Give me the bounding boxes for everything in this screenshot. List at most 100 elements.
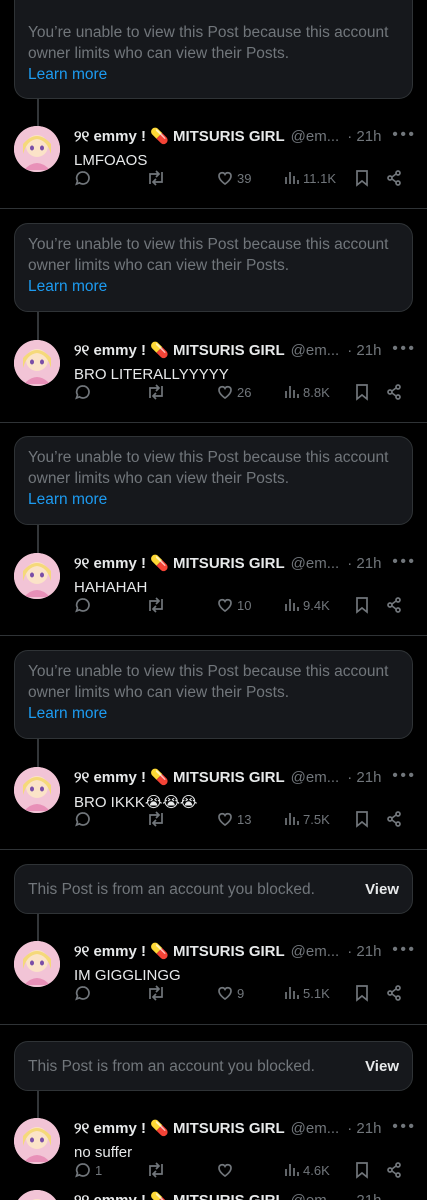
views-button[interactable]: 11.1K	[284, 169, 336, 187]
share-button[interactable]	[385, 1161, 403, 1179]
bookmark-button[interactable]	[354, 1161, 370, 1179]
post-text: BRO IKKK😭😭😭	[74, 794, 198, 811]
retweet-icon	[149, 1162, 163, 1178]
retweet-icon	[149, 597, 163, 613]
like-button[interactable]: 13	[216, 810, 251, 828]
share-button[interactable]	[385, 596, 403, 614]
timestamp[interactable]: · 21h	[347, 1120, 381, 1137]
more-icon[interactable]: • • •	[392, 126, 414, 144]
retweet-button[interactable]	[146, 596, 166, 614]
learn-more-link[interactable]: Learn more	[28, 489, 399, 510]
learn-more-link[interactable]: Learn more	[28, 703, 399, 724]
retweet-button[interactable]	[146, 810, 166, 828]
retweet-button[interactable]	[146, 984, 166, 1002]
reply-icon	[75, 171, 90, 186]
avatar[interactable]	[14, 553, 60, 599]
more-icon[interactable]: • • •	[392, 941, 414, 959]
timestamp[interactable]: · 21h	[347, 128, 381, 145]
like-button[interactable]: 10	[216, 596, 251, 614]
learn-more-link[interactable]: Learn more	[28, 64, 399, 85]
views-button[interactable]: 8.8K	[284, 383, 330, 401]
views-button[interactable]: 5.1K	[284, 984, 330, 1002]
author-handle[interactable]: @em...	[291, 555, 340, 572]
bookmark-button[interactable]	[354, 810, 370, 828]
more-icon[interactable]: • • •	[392, 767, 414, 785]
reply-button[interactable]: 1	[74, 1161, 102, 1179]
share-button[interactable]	[385, 383, 403, 401]
share-button[interactable]	[385, 169, 403, 187]
author-name[interactable]: ୨୧ emmy ! 💊 MITSURIS GIRL	[74, 942, 285, 960]
view-count: 9.4K	[303, 597, 330, 613]
view-button[interactable]: View	[365, 1056, 399, 1077]
reply-icon	[75, 598, 90, 613]
view-button[interactable]: View	[365, 879, 399, 900]
timestamp[interactable]: · 21h	[347, 1192, 381, 1200]
like-button[interactable]: 39	[216, 169, 251, 187]
bookmark-button[interactable]	[354, 383, 370, 401]
more-icon[interactable]: • • •	[392, 1118, 414, 1136]
author-handle[interactable]: @em...	[291, 1120, 340, 1137]
avatar[interactable]	[14, 1190, 60, 1200]
timestamp[interactable]: · 21h	[347, 342, 381, 359]
author-handle[interactable]: @em...	[291, 943, 340, 960]
reply-icon	[75, 812, 90, 827]
author-name[interactable]: ୨୧ emmy ! 💊 MITSURIS GIRL	[74, 768, 285, 786]
reply-button[interactable]	[74, 169, 92, 187]
avatar[interactable]	[14, 340, 60, 386]
author-name[interactable]: ୨୧ emmy ! 💊 MITSURIS GIRL	[74, 341, 285, 359]
timestamp[interactable]: · 21h	[347, 555, 381, 572]
views-button[interactable]: 9.4K	[284, 596, 330, 614]
more-icon[interactable]: • • •	[392, 340, 414, 358]
learn-more-link[interactable]: Learn more	[28, 276, 399, 297]
view-count: 11.1K	[303, 170, 337, 186]
limited-post-notice: You’re unable to view this Post because …	[14, 650, 413, 739]
post-text: IM GIGGLINGG	[74, 967, 181, 984]
views-button[interactable]: 4.6K	[284, 1161, 330, 1179]
heart-icon	[218, 171, 232, 186]
views-icon	[285, 1164, 299, 1176]
bookmark-button[interactable]	[354, 984, 370, 1002]
reply-button[interactable]	[74, 383, 92, 401]
avatar[interactable]	[14, 126, 60, 172]
views-icon	[285, 813, 299, 825]
retweet-button[interactable]	[146, 383, 166, 401]
bookmark-button[interactable]	[354, 169, 370, 187]
author-handle[interactable]: @em...	[291, 128, 340, 145]
bookmark-icon	[356, 170, 368, 187]
author-name[interactable]: ୨୧ emmy ! 💊 MITSURIS GIRL	[74, 127, 285, 145]
author-handle[interactable]: @em...	[291, 342, 340, 359]
avatar[interactable]	[14, 767, 60, 813]
retweet-button[interactable]	[146, 169, 166, 187]
like-button[interactable]: 26	[216, 383, 251, 401]
author-name[interactable]: ୨୧ emmy ! 💊 MITSURIS GIRL	[74, 554, 285, 572]
views-button[interactable]: 7.5K	[284, 810, 330, 828]
share-button[interactable]	[385, 810, 403, 828]
author-handle[interactable]: @em...	[291, 769, 340, 786]
like-count: 39	[237, 170, 252, 186]
author-handle[interactable]: @em...	[291, 1192, 340, 1200]
reply-button[interactable]	[74, 984, 92, 1002]
timestamp[interactable]: · 21h	[347, 943, 381, 960]
like-count: 26	[237, 384, 252, 400]
author-name[interactable]: ୨୧ emmy ! 💊 MITSURIS GIRL	[74, 1191, 285, 1200]
retweet-button[interactable]	[146, 1161, 166, 1179]
avatar[interactable]	[14, 941, 60, 987]
share-icon	[387, 597, 401, 613]
bookmark-icon	[356, 1162, 368, 1179]
more-icon[interactable]: • • •	[392, 553, 414, 571]
timestamp[interactable]: · 21h	[347, 769, 381, 786]
reply-button[interactable]	[74, 596, 92, 614]
limited-post-notice: You’re unable to view this Post because …	[14, 436, 413, 525]
heart-icon	[218, 1163, 232, 1178]
author-name[interactable]: ୨୧ emmy ! 💊 MITSURIS GIRL	[74, 1119, 285, 1137]
heart-icon	[218, 598, 232, 613]
avatar[interactable]	[14, 1118, 60, 1164]
reply-button[interactable]	[74, 810, 92, 828]
share-button[interactable]	[385, 984, 403, 1002]
heart-icon	[218, 812, 232, 827]
like-button[interactable]: 9	[216, 984, 244, 1002]
bookmark-icon	[356, 597, 368, 614]
notice-text: You’re unable to view this Post because …	[28, 449, 389, 487]
like-button[interactable]	[216, 1161, 234, 1179]
bookmark-button[interactable]	[354, 596, 370, 614]
